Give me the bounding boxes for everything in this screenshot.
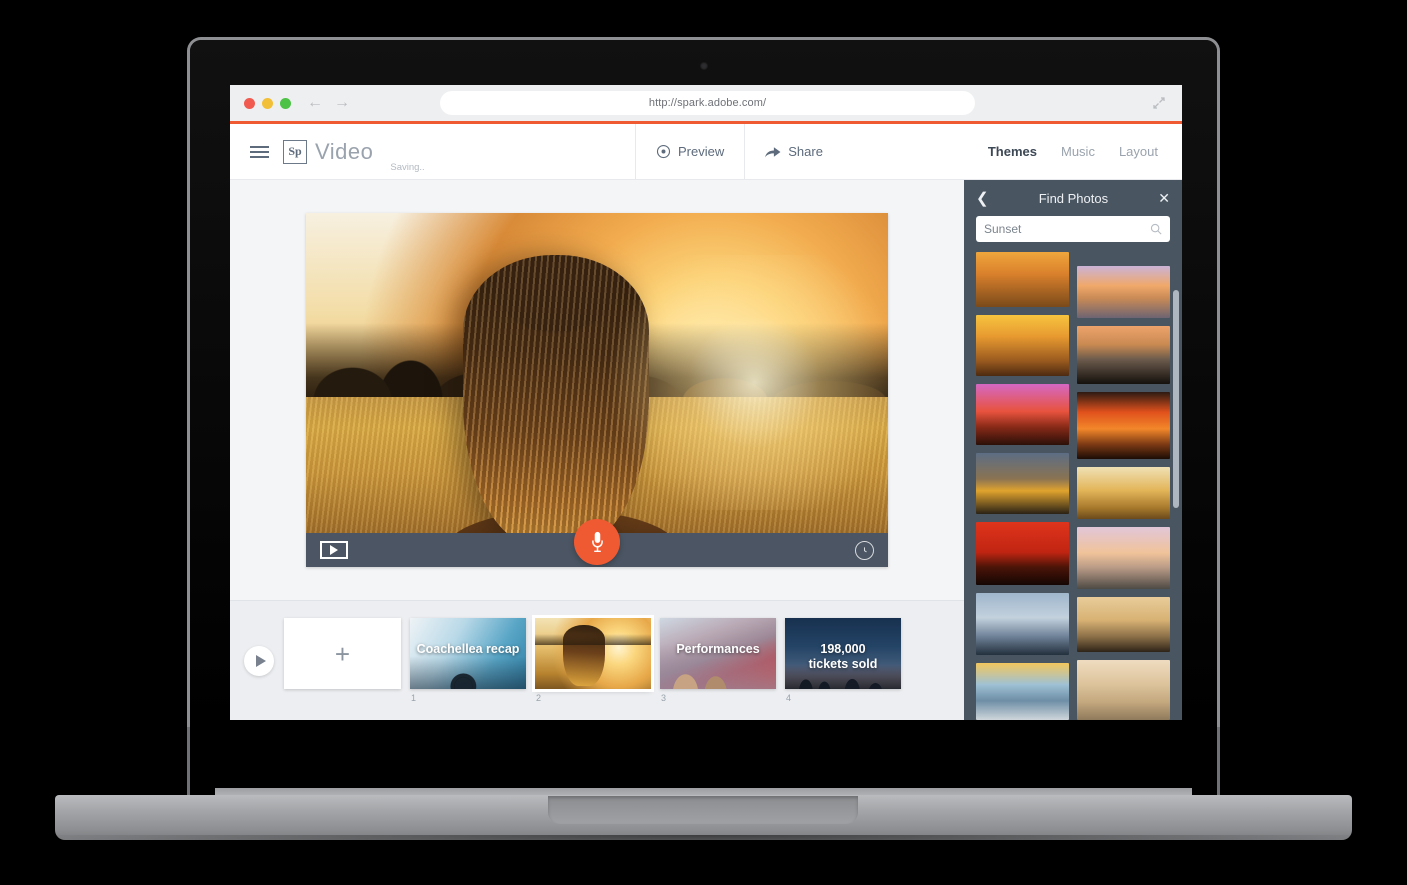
photo-thumbnail[interactable] xyxy=(1077,660,1170,720)
add-slide-wrap: + xyxy=(284,618,401,703)
photo-thumbnail[interactable] xyxy=(976,592,1069,656)
nav-themes[interactable]: Themes xyxy=(988,144,1037,159)
slide-caption: Coachellea recap xyxy=(416,642,520,656)
forward-arrow-icon[interactable]: → xyxy=(334,95,350,111)
webcam-icon xyxy=(699,62,708,70)
photo-thumbnail[interactable] xyxy=(1077,326,1170,385)
timeline-track: + Coachellea recap 1 2 Performances 3 19… xyxy=(284,615,901,703)
workspace: + Coachellea recap 1 2 Performances 3 19… xyxy=(230,180,1182,720)
photo-thumbnail[interactable] xyxy=(976,663,1069,720)
search-icon[interactable] xyxy=(1150,223,1162,235)
timer-icon[interactable] xyxy=(855,540,874,560)
slide-thumbnail[interactable]: 198,000 tickets sold xyxy=(785,618,901,689)
share-arrow-icon xyxy=(765,146,781,157)
photo-thumbnail[interactable] xyxy=(1077,527,1170,589)
screen-content: ← → http://spark.adobe.com/ Sp Video Sav… xyxy=(230,85,1182,720)
plus-icon: + xyxy=(334,638,351,669)
slide-number: 1 xyxy=(411,693,417,703)
slide-thumbnail[interactable]: Performances xyxy=(660,618,776,689)
photo-thumbnail[interactable] xyxy=(976,315,1069,376)
app-header: Sp Video Saving.. Preview Share Themes M… xyxy=(230,124,1182,180)
url-text: http://spark.adobe.com/ xyxy=(648,97,767,109)
slide-caption: 198,000 tickets sold xyxy=(808,642,878,671)
video-stage xyxy=(230,180,964,600)
photo-thumbnail[interactable] xyxy=(976,453,1069,515)
photo-search-field[interactable] xyxy=(976,216,1170,242)
product-name: Video xyxy=(315,138,374,164)
timeline-play-button[interactable] xyxy=(244,645,274,676)
close-window-button[interactable] xyxy=(244,97,255,109)
slide-number: 3 xyxy=(661,693,667,703)
photo-thumbnail[interactable] xyxy=(1077,466,1170,520)
add-slide-button[interactable]: + xyxy=(284,618,401,689)
panel-title: Find Photos xyxy=(1038,190,1109,206)
timeline-slide-4: 198,000 tickets sold 4 xyxy=(785,618,901,703)
header-nav: Themes Music Layout xyxy=(988,124,1182,179)
slide-number: 4 xyxy=(786,693,792,703)
save-status: Saving.. xyxy=(390,162,425,173)
panel-scrollbar[interactable] xyxy=(1173,290,1179,508)
search-input[interactable] xyxy=(984,222,1150,236)
find-photos-panel: ❮ Find Photos ✕ xyxy=(964,180,1182,720)
browser-nav-arrows[interactable]: ← → xyxy=(307,95,350,111)
timeline-slide-1: Coachellea recap 1 xyxy=(410,618,526,703)
lid-hinge-left xyxy=(187,727,190,797)
photo-column-left xyxy=(976,252,1069,720)
header-spacer xyxy=(843,124,988,179)
photo-thumbnail[interactable] xyxy=(1077,596,1170,653)
spark-logo-badge[interactable]: Sp xyxy=(283,139,307,164)
laptop-base-notch xyxy=(548,796,858,824)
share-button[interactable]: Share xyxy=(744,124,843,179)
photo-thumbnail[interactable] xyxy=(976,522,1069,585)
timeline-slide-2: 2 xyxy=(532,615,654,703)
nav-music[interactable]: Music xyxy=(1061,144,1095,159)
panel-header: ❮ Find Photos ✕ xyxy=(964,180,1182,216)
slide-number: 2 xyxy=(536,693,542,703)
back-arrow-icon[interactable]: ← xyxy=(307,95,323,111)
photo-thumbnail[interactable] xyxy=(1077,392,1170,459)
address-bar[interactable]: http://spark.adobe.com/ xyxy=(440,91,975,115)
play-icon[interactable] xyxy=(320,541,348,559)
photo-column-right xyxy=(1077,266,1170,720)
slide-caption: Performances xyxy=(676,642,760,656)
slide-thumbnail[interactable]: Coachellea recap xyxy=(410,618,526,689)
chevron-left-icon[interactable]: ❮ xyxy=(976,191,989,206)
microphone-icon[interactable] xyxy=(574,519,620,565)
photo-grid xyxy=(964,252,1182,720)
minimize-window-button[interactable] xyxy=(262,97,273,109)
hamburger-menu-icon[interactable] xyxy=(250,145,269,158)
share-label: Share xyxy=(788,144,823,159)
preview-label: Preview xyxy=(678,144,725,159)
golden-field-art xyxy=(535,618,651,689)
app-brand-group: Sp Video Saving.. xyxy=(230,124,635,179)
photo-results-area[interactable] xyxy=(964,252,1182,720)
maximize-window-button[interactable] xyxy=(280,97,291,109)
preview-button[interactable]: Preview xyxy=(635,124,744,179)
slide-number-spacer xyxy=(284,693,401,703)
window-controls[interactable] xyxy=(244,97,291,109)
close-icon[interactable]: ✕ xyxy=(1158,191,1170,205)
eye-icon xyxy=(656,144,671,159)
subject-hair xyxy=(463,255,650,547)
photo-thumbnail[interactable] xyxy=(1077,266,1170,319)
browser-toolbar: ← → http://spark.adobe.com/ xyxy=(230,85,1182,124)
laptop-shadow xyxy=(35,835,1372,849)
photo-thumbnail[interactable] xyxy=(976,252,1069,308)
photo-thumbnail[interactable] xyxy=(976,383,1069,446)
slide-thumbnail[interactable] xyxy=(532,615,654,692)
nav-layout[interactable]: Layout xyxy=(1119,144,1158,159)
video-preview[interactable] xyxy=(306,213,888,567)
timeline-slide-3: Performances 3 xyxy=(660,618,776,703)
timeline: + Coachellea recap 1 2 Performances 3 19… xyxy=(230,600,964,720)
lid-hinge-right xyxy=(1217,727,1220,797)
expand-icon[interactable] xyxy=(1152,96,1166,110)
laptop-mockup: ← → http://spark.adobe.com/ Sp Video Sav… xyxy=(0,0,1407,885)
